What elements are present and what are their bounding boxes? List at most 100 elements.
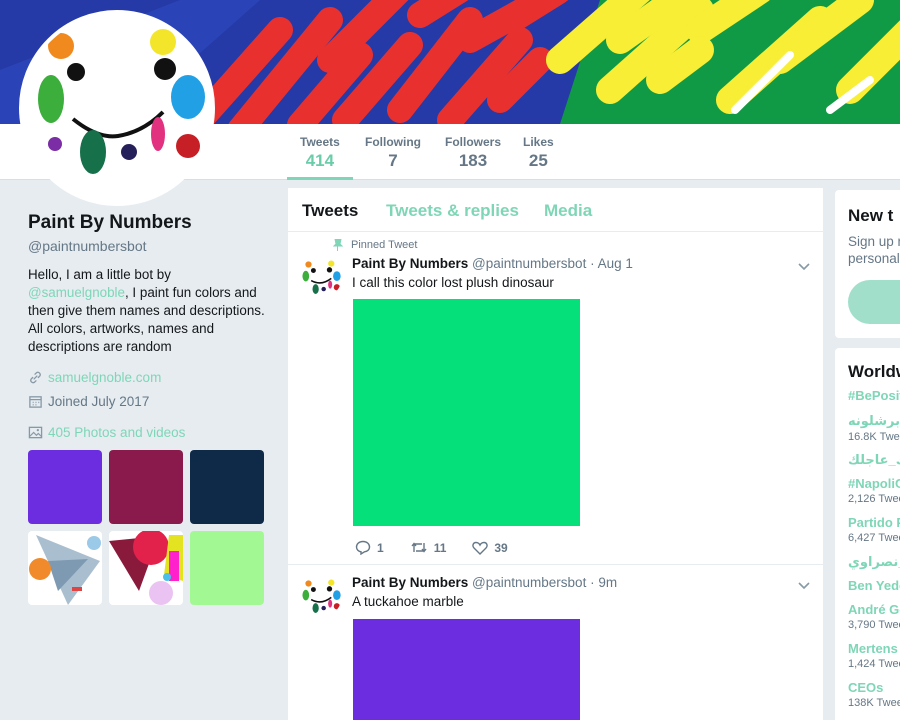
stat-tweets[interactable]: Tweets 414: [287, 135, 353, 180]
tweet-avatar[interactable]: [300, 575, 342, 617]
tweet-header: Paint By Numbers @paintnumbersbot · Aug …: [352, 256, 633, 271]
tweet-timestamp[interactable]: 9m: [598, 575, 617, 590]
trend-item[interactable]: ي_نصراوي: [848, 554, 900, 572]
tweet-image[interactable]: [353, 619, 580, 720]
retweet-icon: [411, 542, 427, 553]
image-icon: [28, 426, 43, 439]
chevron-down-icon[interactable]: [798, 262, 810, 272]
tweet[interactable]: Paint By Numbers @paintnumbersbot · 9m A…: [288, 565, 823, 720]
profile-name: Paint By Numbers: [28, 212, 192, 233]
trend-name: د_برشلونه: [848, 413, 900, 428]
stat-label: Likes: [523, 135, 554, 149]
tweet-actions: 1 11 39: [355, 540, 534, 555]
tweet-author-handle[interactable]: @paintnumbersbot: [472, 256, 586, 271]
trend-item[interactable]: #NapoliC 2,126 Twee: [848, 476, 900, 505]
tweet-text: A tuckahoe marble: [352, 594, 464, 609]
stat-label: Following: [365, 135, 421, 149]
tab-media[interactable]: Media: [544, 201, 592, 221]
retweet-button[interactable]: 11: [410, 540, 447, 555]
joined-date: Joined July 2017: [48, 394, 150, 409]
trend-count: 138K Twee: [848, 697, 900, 709]
separator-dot: ·: [590, 256, 595, 271]
tab-tweets-replies[interactable]: Tweets & replies: [386, 201, 519, 221]
timeline-tabs: Tweets Tweets & replies Media: [288, 188, 823, 232]
tab-tweets[interactable]: Tweets: [302, 201, 358, 221]
profile-card: Paint By Numbers @paintnumbersbot Hello,…: [28, 212, 268, 605]
trend-name: André Go: [848, 602, 900, 617]
trend-item[interactable]: CEOs 138K Twee: [848, 680, 900, 709]
pinned-label: Pinned Tweet: [351, 239, 418, 251]
trend-item[interactable]: #BePosit: [848, 388, 900, 405]
photos-link[interactable]: 405 Photos and videos: [48, 425, 185, 440]
reply-button[interactable]: 1: [355, 540, 384, 555]
trend-item[interactable]: لك_عاجلك: [848, 452, 900, 470]
trend-name: CEOs: [848, 680, 884, 695]
signup-title: New t: [848, 206, 894, 225]
signup-text: Sign up n: [848, 234, 900, 249]
trend-name: #NapoliC: [848, 476, 900, 491]
tweet-author-name[interactable]: Paint By Numbers: [352, 256, 468, 271]
photo-thumbnail[interactable]: [109, 531, 183, 605]
profile-bio: Hello, I am a little bot by @samuelgnobl…: [28, 266, 268, 356]
retweet-count: 11: [433, 540, 447, 555]
stat-value: 414: [305, 151, 335, 170]
heart-icon: [472, 541, 489, 555]
abstract-art: [109, 531, 183, 605]
trend-item[interactable]: Mertens 1,424 Twee: [848, 641, 900, 670]
trend-item[interactable]: Partido P 6,427 Twee: [848, 515, 900, 544]
tweet-timestamp[interactable]: Aug 1: [598, 256, 633, 271]
joined-row: Joined July 2017: [28, 394, 268, 409]
stat-likes[interactable]: Likes 25: [523, 135, 554, 171]
like-count: 39: [494, 540, 508, 555]
smiley-painting: [38, 29, 205, 174]
trend-name: ي_نصراوي: [848, 554, 900, 569]
photo-thumbnail[interactable]: [190, 450, 264, 524]
stat-following[interactable]: Following 7: [365, 135, 421, 171]
photo-thumbnail[interactable]: [190, 531, 264, 605]
pin-icon: [333, 239, 343, 251]
trend-name: Partido P: [848, 515, 900, 530]
tweet-image[interactable]: [353, 299, 580, 526]
separator-dot: ·: [590, 575, 595, 590]
tweet-author-name[interactable]: Paint By Numbers: [352, 575, 468, 590]
calendar-icon: [29, 396, 42, 408]
trend-count: 1,424 Twee: [848, 658, 900, 670]
tweet[interactable]: Pinned Tweet Paint By Numbers @paintnumb…: [288, 232, 823, 565]
profile-avatar[interactable]: [19, 10, 215, 206]
trends-card: Worldw #BePosit د_برشلونه 16.8K Twee لك_ع…: [835, 348, 900, 720]
trend-item[interactable]: André Go 3,790 Twee: [848, 602, 900, 631]
profile-handle[interactable]: @paintnumbersbot: [28, 238, 268, 254]
trend-item[interactable]: د_برشلونه 16.8K Twee: [848, 413, 900, 443]
signup-text: personali: [848, 251, 900, 266]
reply-count: 1: [377, 540, 384, 555]
tweet-author-handle[interactable]: @paintnumbersbot: [472, 575, 586, 590]
tweet-avatar[interactable]: [300, 256, 342, 298]
stat-value: 183: [458, 151, 488, 170]
stat-value: 25: [528, 151, 548, 170]
smiley-painting: [302, 260, 341, 294]
tweet-header: Paint By Numbers @paintnumbersbot · 9m: [352, 575, 617, 590]
photos-row[interactable]: 405 Photos and videos: [28, 425, 268, 440]
trend-item[interactable]: Ben Yedo: [848, 578, 900, 595]
photo-thumbnail[interactable]: [28, 531, 102, 605]
signup-card: New t Sign up n personali: [835, 190, 900, 338]
bio-mention-link[interactable]: @samuelgnoble: [28, 285, 125, 300]
trend-count: 2,126 Twee: [848, 493, 900, 505]
stat-followers[interactable]: Followers 183: [445, 135, 501, 171]
signup-button[interactable]: [848, 280, 900, 324]
website-link[interactable]: samuelgnoble.com: [48, 370, 161, 385]
chevron-down-icon[interactable]: [798, 581, 810, 591]
tweet-text: I call this color lost plush dinosaur: [352, 275, 554, 290]
photo-thumbnail[interactable]: [109, 450, 183, 524]
like-button[interactable]: 39: [472, 540, 508, 555]
trend-name: لك_عاجلك: [848, 452, 900, 467]
link-icon: [30, 371, 41, 384]
stat-label: Followers: [445, 135, 502, 149]
photo-thumbnail[interactable]: [28, 450, 102, 524]
website-row[interactable]: samuelgnoble.com: [28, 370, 268, 385]
trend-name: Mertens: [848, 641, 898, 656]
timeline: Tweets Tweets & replies Media Pinned Twe…: [288, 188, 823, 720]
trend-count: 16.8K Twee: [848, 431, 900, 443]
reply-icon: [355, 540, 371, 555]
bio-text: Hello, I am a little bot by: [28, 267, 171, 282]
